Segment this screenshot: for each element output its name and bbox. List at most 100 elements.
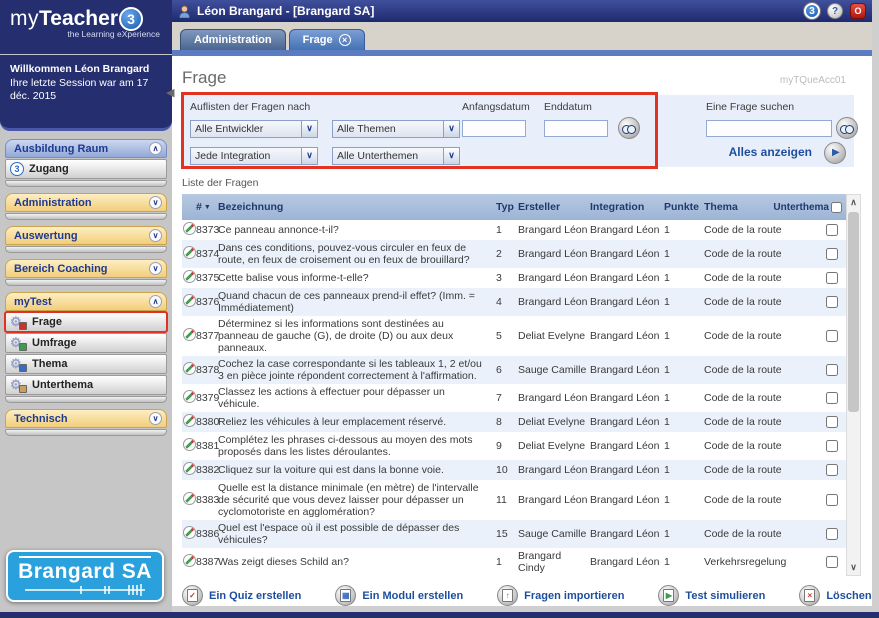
table-row[interactable]: 8379 Classez les actions à effectuer pour… — [182, 384, 846, 412]
fragen-importieren-button[interactable]: ↑ Fragen importieren — [497, 585, 624, 606]
question-id: 8373 — [196, 224, 220, 236]
chevron-down-icon[interactable]: ∨ — [443, 121, 459, 137]
collapse-icon[interactable]: ∧ — [149, 142, 162, 155]
table-row[interactable]: 8373 Ce panneau annonce-t-il? 1 Brangard Lé… — [182, 220, 846, 240]
scroll-up-icon[interactable]: ∧ — [847, 197, 860, 208]
sidebar-section-ausbildung-raum[interactable]: Ausbildung Raum ∧ — [5, 139, 167, 158]
collapse-icon[interactable]: ∧ — [149, 295, 162, 308]
ein-modul-erstellen-button[interactable]: ▦ Ein Modul erstellen — [335, 585, 463, 606]
row-checkbox[interactable] — [826, 224, 838, 236]
table-row[interactable]: 8383 Quelle est la distance minimale (en … — [182, 480, 846, 520]
start-date-input[interactable] — [462, 120, 526, 137]
edit-pencil-icon[interactable] — [183, 222, 196, 238]
table-row[interactable]: 8382 Cliquez sur la voiture qui est dans … — [182, 460, 846, 480]
integration-dropdown[interactable]: Jede Integration ∨ — [190, 147, 318, 165]
table-row[interactable]: 8376 Quand chacun de ces panneaux prend-i… — [182, 288, 846, 316]
column-punkte[interactable]: Punkte — [664, 201, 704, 213]
table-row[interactable]: 8374 Dans ces conditions, pouvez-vous cir… — [182, 240, 846, 268]
row-checkbox[interactable] — [826, 528, 838, 540]
question-search-binoculars-icon[interactable] — [836, 117, 858, 139]
column-ersteller[interactable]: Ersteller — [518, 201, 590, 213]
column-id[interactable]: # ▼ — [196, 201, 218, 213]
edit-pencil-icon[interactable] — [183, 526, 196, 542]
sidebar-section-administration[interactable]: Administration ∨ — [5, 193, 167, 212]
sidebar-section-mytest[interactable]: myTest ∧ — [5, 292, 167, 311]
expand-icon[interactable]: ∨ — [149, 412, 162, 425]
column-bezeichnung[interactable]: Bezeichnung — [218, 201, 496, 213]
row-checkbox[interactable] — [826, 464, 838, 476]
edit-pencil-icon[interactable] — [183, 438, 196, 454]
chevron-down-icon[interactable]: ∨ — [301, 148, 317, 164]
sidebar-item-zugang[interactable]: 3 Zugang — [5, 159, 167, 179]
edit-pencil-icon[interactable] — [183, 554, 196, 570]
row-checkbox[interactable] — [826, 248, 838, 260]
edit-pencil-icon[interactable] — [183, 328, 196, 344]
sidebar-item-frage[interactable]: Frage — [4, 311, 168, 333]
welcome-panel: Willkommen Léon Brangard Ihre letzte Ses… — [0, 55, 172, 131]
table-row[interactable]: 8380 Reliez les véhicules à leur emplacem… — [182, 412, 846, 432]
edit-pencil-icon[interactable] — [183, 246, 196, 262]
edit-cell — [182, 362, 196, 378]
question-punkte: 1 — [664, 392, 670, 404]
close-tab-icon[interactable]: × — [338, 34, 351, 46]
sidebar-item-umfrage[interactable]: Umfrage — [5, 333, 167, 353]
table-row[interactable]: 8375 Cette balise vous informe-t-elle? 3 Br… — [182, 268, 846, 288]
end-date-input[interactable] — [544, 120, 608, 137]
table-row[interactable]: 8386 Quel est l'espace où il est possible… — [182, 520, 846, 548]
help-icon[interactable]: ? — [827, 3, 843, 19]
chevron-down-icon[interactable]: ∨ — [443, 148, 459, 164]
row-checkbox[interactable] — [826, 440, 838, 452]
sidebar-collapse-handle[interactable]: ◀ — [166, 86, 174, 99]
edit-pencil-icon[interactable] — [183, 414, 196, 430]
show-all-play-icon[interactable] — [824, 142, 846, 164]
row-checkbox[interactable] — [826, 392, 838, 404]
show-all-link[interactable]: Alles anzeigen — [729, 145, 812, 159]
row-checkbox[interactable] — [826, 364, 838, 376]
ein-quiz-erstellen-button[interactable]: ✓ Ein Quiz erstellen — [182, 585, 301, 606]
edit-pencil-icon[interactable] — [183, 390, 196, 406]
logout-power-icon[interactable]: O — [850, 3, 866, 19]
edit-pencil-icon[interactable] — [183, 362, 196, 378]
chevron-down-icon[interactable]: ∨ — [301, 121, 317, 137]
table-row[interactable]: 8387 Was zeigt dieses Schild an? 1 Brangard… — [182, 548, 846, 576]
sidebar-item-thema[interactable]: Thema — [5, 354, 167, 374]
sidebar-section-technisch[interactable]: Technisch ∨ — [5, 409, 167, 428]
subtheme-dropdown[interactable]: Alle Unterthemen ∨ — [332, 147, 460, 165]
expand-icon[interactable]: ∨ — [149, 262, 162, 275]
row-checkbox[interactable] — [826, 494, 838, 506]
edit-pencil-icon[interactable] — [183, 270, 196, 286]
expand-icon[interactable]: ∨ — [149, 196, 162, 209]
date-search-binoculars-icon[interactable] — [618, 117, 640, 139]
select-all-checkbox[interactable] — [831, 201, 842, 213]
table-row[interactable]: 8381 Complétez les phrases ci-dessous au … — [182, 432, 846, 460]
edit-pencil-icon[interactable] — [183, 462, 196, 478]
row-checkbox[interactable] — [826, 556, 838, 568]
l-schen-button[interactable]: × Löschen — [799, 585, 872, 606]
test-simulieren-button[interactable]: ▶ Test simulieren — [658, 585, 765, 606]
edit-pencil-icon[interactable] — [183, 492, 196, 508]
column-integration[interactable]: Integration — [590, 201, 664, 213]
scrollbar-thumb[interactable] — [848, 212, 859, 412]
sidebar-item-unterthema[interactable]: Unterthema — [5, 375, 167, 395]
developer-dropdown[interactable]: Alle Entwickler ∨ — [190, 120, 318, 138]
row-checkbox[interactable] — [826, 296, 838, 308]
column-typ[interactable]: Typ — [496, 201, 518, 213]
version-3-icon[interactable]: 3 — [804, 3, 820, 19]
row-checkbox[interactable] — [826, 330, 838, 342]
table-row[interactable]: 8377 Déterminez si les informations sont … — [182, 316, 846, 356]
sidebar-section-bereich-coaching[interactable]: Bereich Coaching ∨ — [5, 259, 167, 278]
tab-administration[interactable]: Administration — [180, 29, 286, 50]
expand-icon[interactable]: ∨ — [149, 229, 162, 242]
table-header: # ▼ Bezeichnung Typ Ersteller Integration… — [182, 194, 846, 220]
table-scrollbar[interactable]: ∧ ∨ — [846, 194, 861, 576]
edit-pencil-icon[interactable] — [183, 294, 196, 310]
sidebar-section-auswertung[interactable]: Auswertung ∨ — [5, 226, 167, 245]
scroll-down-icon[interactable]: ∨ — [847, 562, 860, 573]
column-unterthema[interactable]: Unterthema — [773, 201, 846, 213]
question-search-input[interactable] — [706, 120, 832, 137]
tab-frage[interactable]: Frage × — [288, 29, 365, 50]
table-row[interactable]: 8378 Cochez la case correspondante si les… — [182, 356, 846, 384]
theme-dropdown[interactable]: Alle Themen ∨ — [332, 120, 460, 138]
row-checkbox[interactable] — [826, 416, 838, 428]
row-checkbox[interactable] — [826, 272, 838, 284]
